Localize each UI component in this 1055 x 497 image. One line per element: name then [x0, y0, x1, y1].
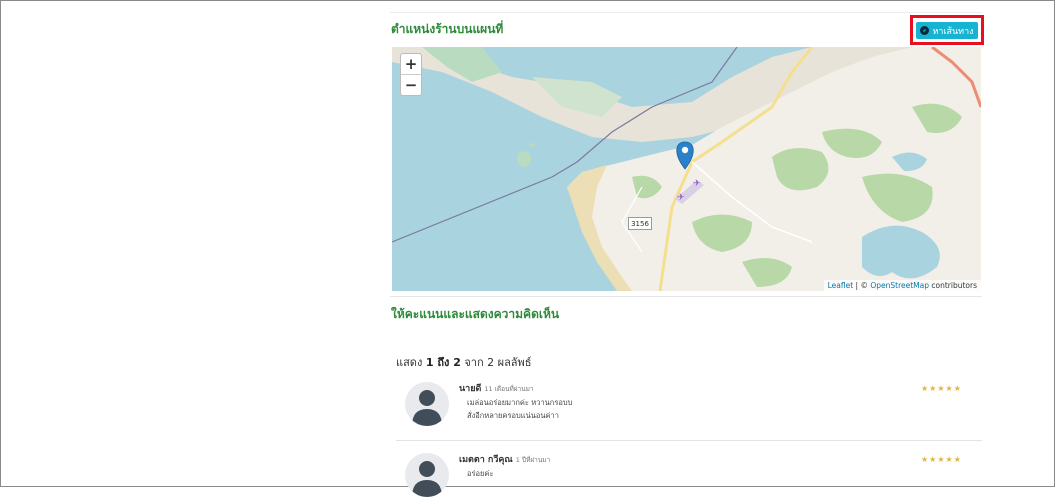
review-item: นายดี 11 เดือนที่ผ่านมา เมล่อนอร่อยมากค่ะ…: [396, 378, 982, 438]
reviewer-name-line: เมตตา กวีคุณ 1 ปีที่ผ่านมา: [459, 452, 550, 466]
avatar: [405, 382, 449, 426]
map-divider: [390, 296, 982, 297]
review-time: 1 ปีที่ผ่านมา: [515, 456, 551, 464]
openstreetmap-link[interactable]: OpenStreetMap: [870, 281, 929, 290]
map-attribution: Leaflet | © OpenStreetMap contributors: [823, 280, 981, 291]
avatar: [405, 453, 449, 497]
zoom-out-button[interactable]: −: [401, 75, 421, 95]
find-route-button[interactable]: หาเส้นทาง: [916, 22, 978, 39]
user-silhouette-icon: [412, 390, 442, 426]
results-prefix: แสดง: [396, 356, 426, 369]
map-section-title: ตำแหน่งร้านบนแผนที่: [391, 22, 504, 36]
user-silhouette-icon: [412, 461, 442, 497]
results-of-word: จาก: [460, 356, 488, 369]
svg-text:✈: ✈: [693, 179, 701, 189]
reviewer-name: นายดี: [459, 384, 482, 394]
review-line: อร่อยค่ะ: [467, 469, 494, 478]
leaflet-link[interactable]: Leaflet: [828, 281, 854, 290]
star-rating: ★★★★★: [921, 384, 962, 393]
map-tiles: ✈ ✈: [392, 47, 981, 291]
map-view[interactable]: ✈ ✈ 3156 + − Leaflet | © OpenStreetMap c…: [392, 47, 981, 291]
results-to: 2: [453, 356, 461, 369]
road-label: 3156: [631, 219, 649, 228]
results-suffix: ผลลัพธ์: [494, 356, 532, 369]
review-line: เมล่อนอร่อยมากค่ะ หวานกรอบบ: [467, 398, 573, 407]
review-line: สั่งอีกหลายครอบแน่นอนค่าา: [467, 411, 559, 420]
road-shield-3156: 3156: [628, 217, 652, 230]
results-count: แสดง 1 ถึง 2 จาก 2 ผลลัพธ์: [396, 353, 532, 371]
review-divider: [396, 440, 982, 441]
attribution-suffix: contributors: [929, 281, 977, 290]
reviewer-name: เมตตา กวีคุณ: [459, 455, 513, 465]
compass-icon: [920, 26, 930, 35]
review-time: 11 เดือนที่ผ่านมา: [484, 385, 534, 393]
section-divider: [390, 12, 982, 13]
star-rating: ★★★★★: [921, 455, 962, 464]
zoom-in-button[interactable]: +: [401, 54, 421, 75]
find-route-label: หาเส้นทาง: [932, 26, 974, 37]
attribution-separator: | ©: [853, 281, 871, 290]
zoom-control: + −: [400, 53, 422, 96]
review-item: เมตตา กวีคุณ 1 ปีที่ผ่านมา อร่อยค่ะ ★★★★★: [396, 449, 982, 497]
svg-text:✈: ✈: [677, 193, 685, 203]
rating-section-title: ให้คะแนนและแสดงความคิดเห็น: [391, 307, 560, 321]
reviewer-name-line: นายดี 11 เดือนที่ผ่านมา: [459, 381, 534, 395]
results-to-word: ถึง: [433, 356, 454, 369]
